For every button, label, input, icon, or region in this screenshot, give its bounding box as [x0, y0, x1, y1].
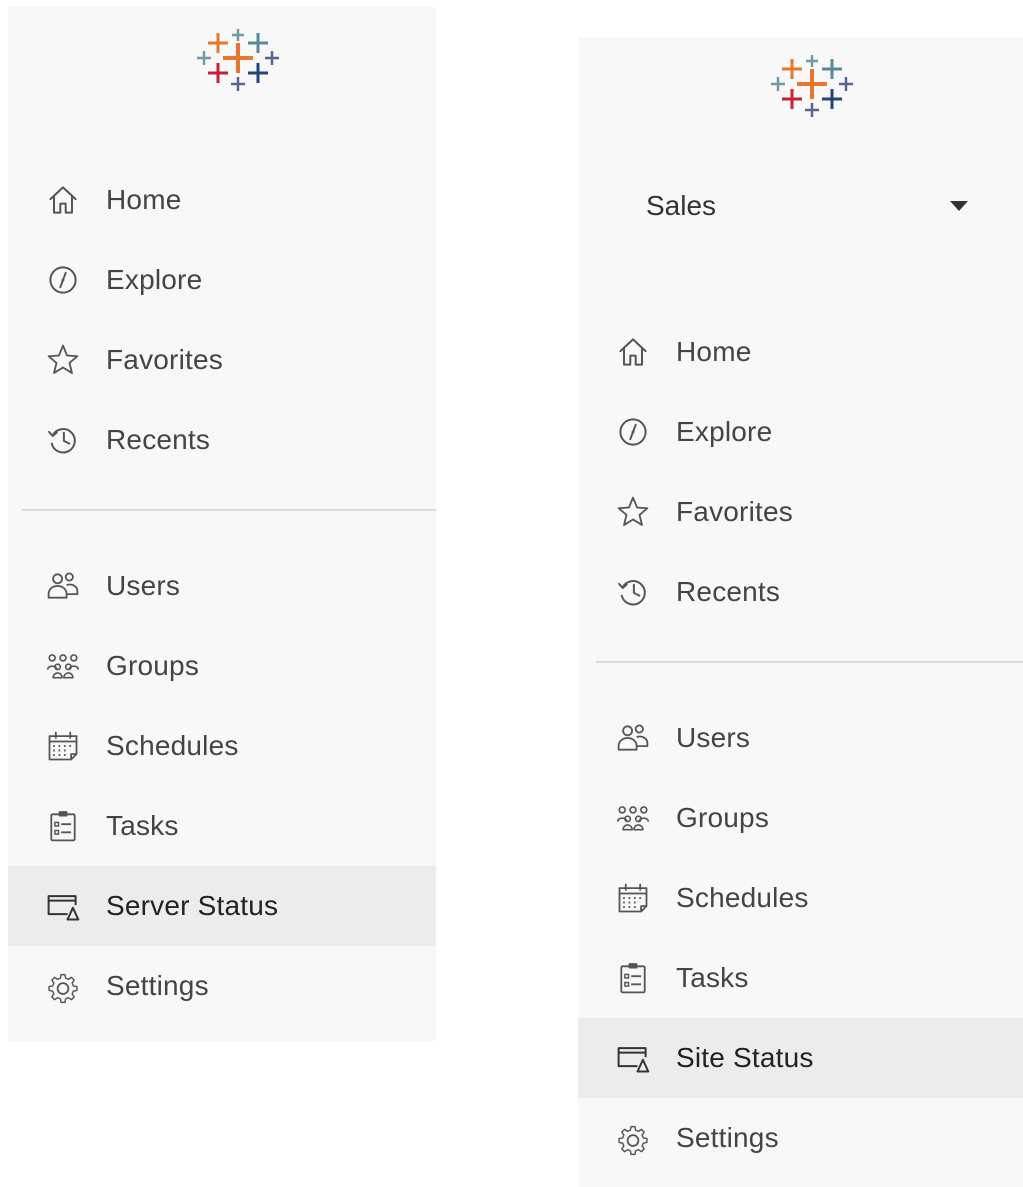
nav-item-tasks[interactable]: Tasks: [8, 786, 436, 866]
history-icon: [43, 420, 83, 460]
nav-item-recents[interactable]: Recents: [578, 552, 1023, 632]
nav-item-favorites[interactable]: Favorites: [578, 472, 1023, 552]
nav-item-groups[interactable]: Groups: [8, 626, 436, 706]
status-icon: [613, 1038, 653, 1078]
nav-label: Site Status: [676, 1042, 814, 1073]
nav-label: Users: [106, 570, 181, 601]
history-icon: [613, 572, 653, 612]
nav-label: Explore: [106, 264, 203, 295]
nav-label: Tasks: [106, 810, 179, 841]
nav-item-settings[interactable]: Settings: [578, 1098, 1023, 1178]
status-icon: [43, 886, 83, 926]
left-sidebar: Home Explore Favorites Recents Users Gro…: [8, 7, 436, 1041]
home-icon: [43, 180, 83, 220]
gear-icon: [43, 966, 83, 1006]
main-nav: Home Explore Favorites Recents: [578, 312, 1023, 632]
tableau-logo-icon[interactable]: [196, 27, 280, 111]
groups-icon: [43, 646, 83, 686]
nav-item-users[interactable]: Users: [8, 546, 436, 626]
gear-icon: [613, 1118, 653, 1158]
groups-icon: [613, 798, 653, 838]
nav-label: Favorites: [106, 344, 223, 375]
home-icon: [613, 332, 653, 372]
nav-item-schedules[interactable]: Schedules: [578, 858, 1023, 938]
compass-icon: [43, 260, 83, 300]
users-icon: [43, 566, 83, 606]
nav-label: Tasks: [676, 962, 749, 993]
nav-label: Schedules: [676, 882, 809, 913]
nav-item-favorites[interactable]: Favorites: [8, 320, 436, 400]
users-icon: [613, 718, 653, 758]
nav-label: Home: [676, 336, 752, 367]
admin-nav: Users Groups Schedules Tasks Server Stat…: [8, 546, 436, 1026]
nav-item-site-status[interactable]: Site Status: [578, 1018, 1023, 1098]
nav-label: Settings: [106, 970, 209, 1001]
nav-label: Users: [676, 722, 751, 753]
nav-item-settings[interactable]: Settings: [8, 946, 436, 1026]
nav-item-tasks[interactable]: Tasks: [578, 938, 1023, 1018]
site-selector-dropdown[interactable]: Sales: [646, 185, 976, 227]
nav-item-home[interactable]: Home: [8, 160, 436, 240]
nav-label: Recents: [676, 576, 781, 607]
nav-item-groups[interactable]: Groups: [578, 778, 1023, 858]
clipboard-icon: [43, 806, 83, 846]
nav-item-explore[interactable]: Explore: [578, 392, 1023, 472]
nav-label: Home: [106, 184, 182, 215]
nav-label: Favorites: [676, 496, 793, 527]
calendar-icon: [613, 878, 653, 918]
star-icon: [43, 340, 83, 380]
star-icon: [613, 492, 653, 532]
right-sidebar: Sales Home Explore Favorites Recents Use…: [578, 37, 1023, 1187]
main-nav: Home Explore Favorites Recents: [8, 160, 436, 480]
admin-nav: Users Groups Schedules Tasks Site Status…: [578, 698, 1023, 1178]
nav-label: Groups: [676, 802, 770, 833]
nav-label: Schedules: [106, 730, 239, 761]
site-name: Sales: [646, 190, 717, 221]
compass-icon: [613, 412, 653, 452]
nav-item-users[interactable]: Users: [578, 698, 1023, 778]
nav-item-server-status[interactable]: Server Status: [8, 866, 436, 946]
tableau-logo-icon[interactable]: [770, 53, 854, 137]
nav-item-home[interactable]: Home: [578, 312, 1023, 392]
nav-label: Server Status: [106, 890, 279, 921]
nav-item-schedules[interactable]: Schedules: [8, 706, 436, 786]
nav-label: Explore: [676, 416, 773, 447]
caret-down-icon: [950, 201, 968, 211]
calendar-icon: [43, 726, 83, 766]
clipboard-icon: [613, 958, 653, 998]
nav-label: Groups: [106, 650, 200, 681]
nav-item-recents[interactable]: Recents: [8, 400, 436, 480]
nav-item-explore[interactable]: Explore: [8, 240, 436, 320]
nav-divider: [22, 509, 436, 511]
nav-divider: [596, 661, 1023, 663]
nav-label: Settings: [676, 1122, 779, 1153]
nav-label: Recents: [106, 424, 211, 455]
